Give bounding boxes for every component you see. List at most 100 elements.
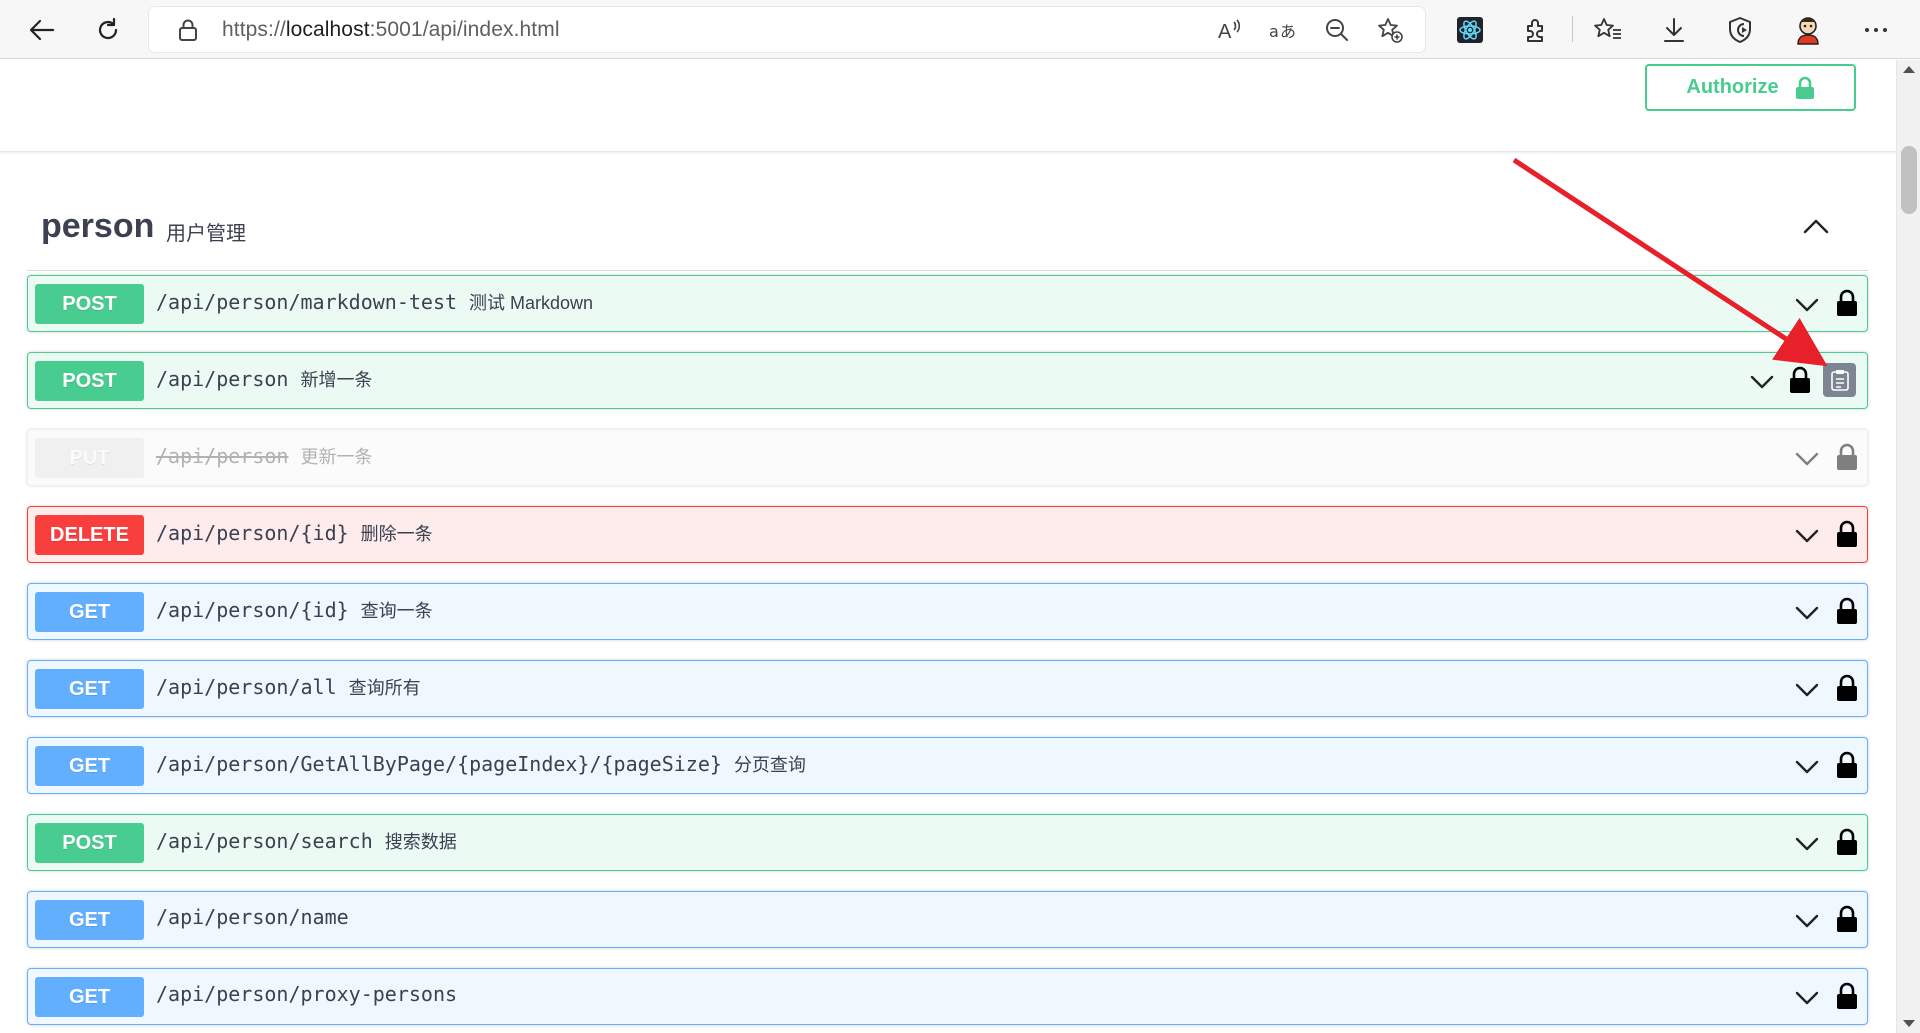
chevron-down-icon[interactable]	[1793, 599, 1821, 627]
lock-icon[interactable]	[1835, 596, 1859, 626]
operation-post-markdown-test[interactable]: POST /api/person/markdown-test 测试 Markdow…	[27, 275, 1868, 332]
operation-path-line: /api/person/search 搜索数据	[156, 828, 457, 854]
refresh-button[interactable]	[90, 12, 126, 48]
operation-summary: 新增一条	[300, 370, 373, 390]
operation-put-person-deprecated[interactable]: PUT /api/person 更新一条	[27, 429, 1868, 486]
operation-get-person-id[interactable]: GET /api/person/{id} 查询一条	[27, 583, 1868, 640]
operation-path-line: /api/person/name	[156, 905, 361, 929]
lock-icon[interactable]	[1835, 827, 1859, 857]
operation-path-line: /api/person/{id} 删除一条	[156, 520, 433, 546]
method-badge: GET	[35, 669, 144, 709]
operation-path-line: /api/person/{id} 查询一条	[156, 597, 433, 623]
operation-path: /api/person	[156, 444, 289, 468]
address-bar[interactable]: https://localhost:5001/api/index.html A …	[149, 7, 1425, 52]
operation-path-line: /api/person 更新一条	[156, 443, 372, 469]
clipboard-icon	[1830, 370, 1849, 391]
tag-section-header[interactable]: person 用户管理	[27, 207, 1868, 271]
react-devtools-icon[interactable]	[1452, 12, 1488, 48]
zoom-out-icon[interactable]	[1322, 15, 1352, 45]
operation-path: /api/person/GetAllByPage/{pageIndex}/{pa…	[156, 752, 722, 776]
operation-path-line: /api/person/proxy-persons	[156, 982, 469, 1006]
method-badge: POST	[35, 284, 144, 324]
operation-path: /api/person	[156, 367, 289, 391]
lock-icon[interactable]	[173, 15, 203, 45]
operation-summary: 分页查询	[733, 755, 806, 775]
method-badge: POST	[35, 823, 144, 863]
method-badge: POST	[35, 361, 144, 401]
chevron-down-icon[interactable]	[1793, 907, 1821, 935]
operation-path: /api/person/all	[156, 675, 337, 699]
method-badge: GET	[35, 746, 144, 786]
operation-post-person-search[interactable]: POST /api/person/search 搜索数据	[27, 814, 1868, 871]
operation-summary: 测试 Markdown	[469, 293, 594, 313]
scroll-up-arrow-icon[interactable]	[1903, 66, 1915, 73]
lock-icon[interactable]	[1788, 365, 1812, 395]
authorize-button[interactable]: Authorize	[1645, 64, 1856, 111]
lock-icon[interactable]	[1835, 750, 1859, 780]
lock-icon[interactable]	[1835, 442, 1859, 472]
operation-summary: 查询所有	[348, 678, 421, 698]
settings-more-button[interactable]	[1858, 12, 1894, 48]
scroll-down-arrow-icon[interactable]	[1903, 1020, 1915, 1027]
operation-post-person[interactable]: POST /api/person 新增一条	[27, 352, 1868, 409]
operation-path-line: /api/person/markdown-test 测试 Markdown	[156, 289, 593, 315]
method-badge: GET	[35, 592, 144, 632]
browser-essentials-icon[interactable]	[1722, 12, 1758, 48]
chevron-down-icon[interactable]	[1793, 753, 1821, 781]
operation-get-person-all[interactable]: GET /api/person/all 查询所有	[27, 660, 1868, 717]
operation-path-line: /api/person/all 查询所有	[156, 674, 421, 700]
operation-summary: 查询一条	[360, 601, 433, 621]
lock-icon[interactable]	[1835, 904, 1859, 934]
operation-summary: 搜索数据	[384, 832, 457, 852]
copy-to-clipboard-button[interactable]	[1823, 363, 1856, 397]
url-prefix: https://	[222, 18, 286, 41]
toolbar-separator	[1572, 16, 1573, 42]
operation-path: /api/person/markdown-test	[156, 290, 458, 314]
add-favorite-icon[interactable]	[1375, 15, 1405, 45]
chevron-down-icon[interactable]	[1748, 368, 1776, 396]
svg-text:A: A	[1218, 21, 1232, 43]
operation-path: /api/person/search	[156, 829, 373, 853]
operation-path: /api/person/name	[156, 905, 349, 929]
operation-get-proxy-persons[interactable]: GET /api/person/proxy-persons	[27, 968, 1868, 1025]
chevron-down-icon[interactable]	[1793, 291, 1821, 319]
downloads-icon[interactable]	[1656, 12, 1692, 48]
back-button[interactable]	[24, 12, 60, 48]
chevron-down-icon[interactable]	[1793, 676, 1821, 704]
translate-icon[interactable]: aあ	[1269, 15, 1299, 45]
arrow-left-icon	[29, 19, 55, 41]
tag-description: 用户管理	[166, 223, 246, 245]
lock-icon[interactable]	[1835, 673, 1859, 703]
method-badge: DELETE	[35, 515, 144, 555]
operation-get-person-name[interactable]: GET /api/person/name	[27, 891, 1868, 948]
unlocked-icon	[1795, 76, 1814, 99]
refresh-icon	[98, 17, 118, 40]
lock-icon[interactable]	[1835, 981, 1859, 1011]
url-host: localhost	[285, 18, 370, 41]
extensions-icon[interactable]	[1518, 12, 1554, 48]
lock-icon[interactable]	[1835, 288, 1859, 318]
chevron-down-icon[interactable]	[1793, 522, 1821, 550]
operation-path: /api/person/{id}	[156, 598, 349, 622]
scheme-container: Authorize	[0, 60, 1896, 152]
operation-path-line: /api/person 新增一条	[156, 366, 372, 392]
chevron-down-icon[interactable]	[1793, 984, 1821, 1012]
page-scrollbar[interactable]	[1896, 60, 1920, 1033]
operation-path-line: /api/person/GetAllByPage/{pageIndex}/{pa…	[156, 751, 806, 777]
operation-path: /api/person/{id}	[156, 521, 349, 545]
ellipsis-icon	[1865, 28, 1887, 32]
chevron-down-icon[interactable]	[1793, 445, 1821, 473]
chevron-down-icon[interactable]	[1793, 830, 1821, 858]
chevron-up-icon[interactable]	[1800, 211, 1832, 243]
operation-delete-person-id[interactable]: DELETE /api/person/{id} 删除一条	[27, 506, 1868, 563]
operation-get-person-paged[interactable]: GET /api/person/GetAllByPage/{pageIndex}…	[27, 737, 1868, 794]
svg-text:a: a	[1269, 22, 1279, 41]
profile-avatar-icon[interactable]	[1790, 12, 1826, 48]
url-rest: :5001/api/index.html	[369, 18, 560, 41]
read-aloud-icon[interactable]: A	[1215, 15, 1245, 45]
scrollbar-thumb[interactable]	[1901, 146, 1917, 214]
favorites-icon[interactable]	[1590, 12, 1626, 48]
svg-text:あ: あ	[1280, 22, 1296, 41]
url-text[interactable]: https://localhost:5001/api/index.html	[222, 18, 560, 42]
lock-icon[interactable]	[1835, 519, 1859, 549]
